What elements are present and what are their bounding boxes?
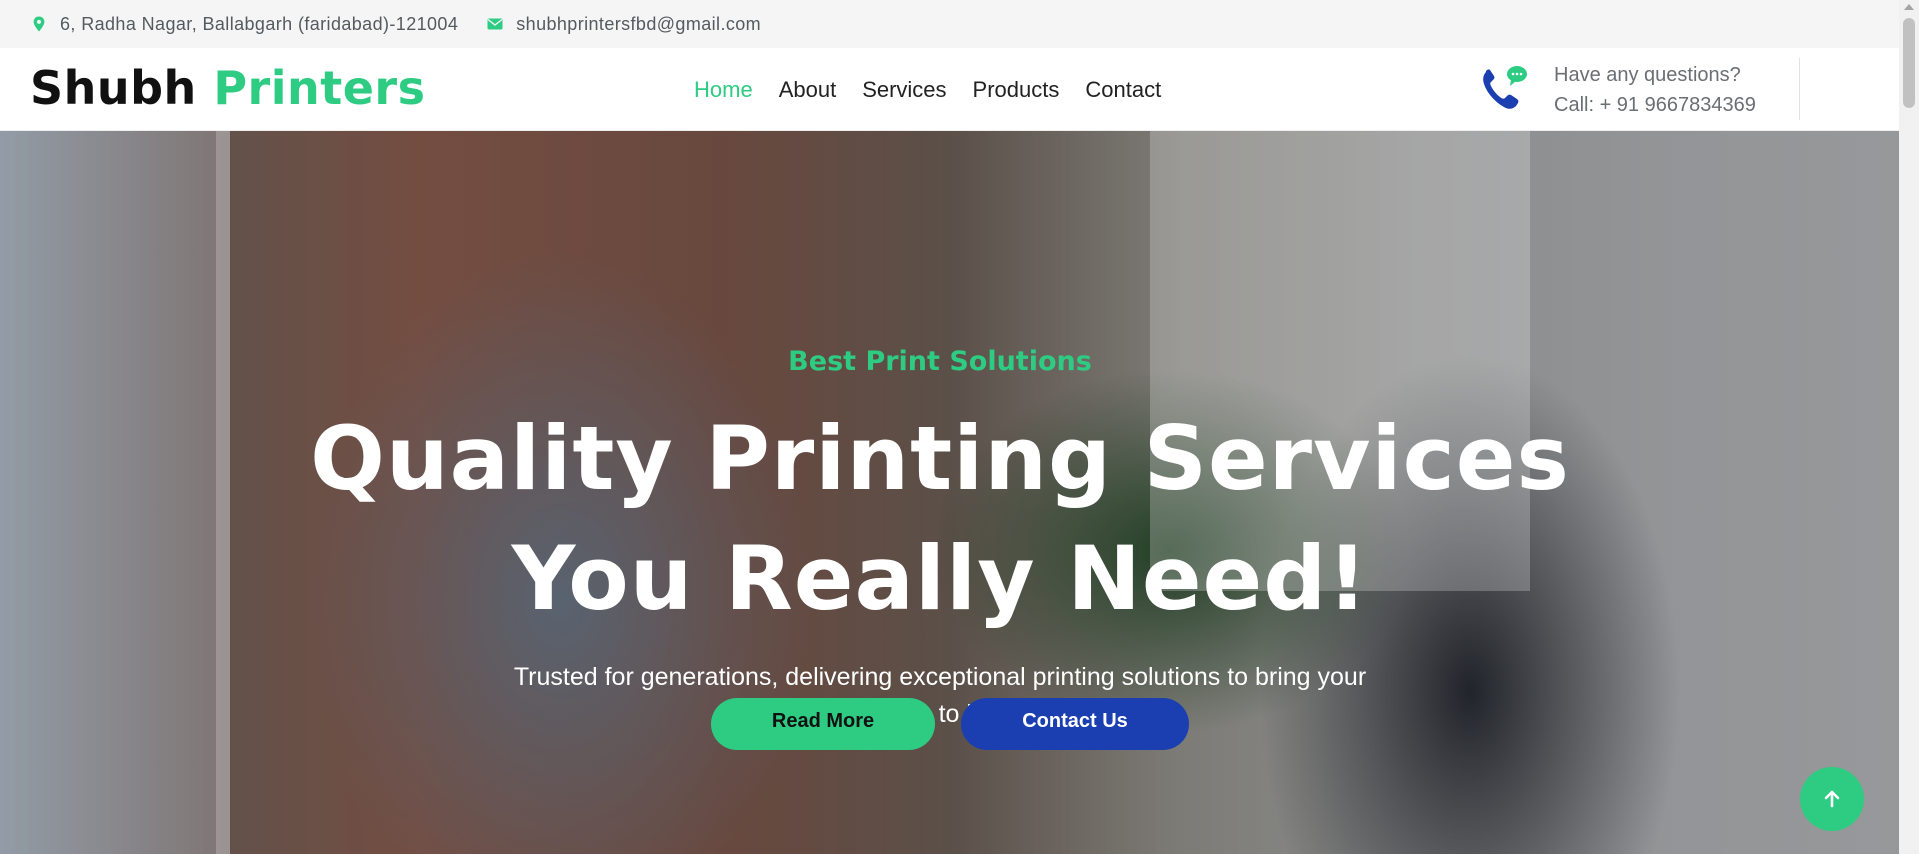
nav-item-services[interactable]: Services — [862, 77, 946, 103]
phone-chat-icon — [1480, 62, 1528, 114]
top-info-bar: 6, Radha Nagar, Ballabgarh (faridabad)-1… — [0, 0, 1899, 48]
address-info: 6, Radha Nagar, Ballabgarh (faridabad)-1… — [30, 14, 458, 35]
nav-item-about[interactable]: About — [779, 77, 837, 103]
hero-title-line2: You Really Need! — [511, 527, 1369, 630]
hero-kicker: Best Print Solutions — [788, 346, 1092, 377]
hero-title: Quality Printing Services You Really Nee… — [0, 399, 1880, 639]
main-nav: Home About Services Products Contact — [694, 48, 1187, 131]
hero-subtitle: Trusted for generations, delivering exce… — [513, 663, 1367, 728]
nav-item-home[interactable]: Home — [694, 77, 753, 103]
header-contact: Have any questions? Call: + 91 966783436… — [1480, 58, 1800, 120]
page: 6, Radha Nagar, Ballabgarh (faridabad)-1… — [0, 0, 1899, 854]
back-to-top-button[interactable] — [1800, 767, 1864, 831]
logo[interactable]: Shubh Printers — [30, 58, 426, 118]
hero-section: Best Print Solutions Quality Printing Se… — [0, 131, 1899, 854]
nav-item-products[interactable]: Products — [973, 77, 1060, 103]
envelope-icon — [486, 15, 504, 33]
call-number[interactable]: Call: + 91 9667834369 — [1554, 90, 1756, 120]
nav-item-contact[interactable]: Contact — [1085, 77, 1161, 103]
email-info[interactable]: shubhprintersfbd@gmail.com — [486, 14, 761, 35]
hero-content: Best Print Solutions Quality Printing Se… — [0, 131, 1899, 854]
header-contact-text: Have any questions? Call: + 91 966783436… — [1554, 60, 1756, 120]
address-text: 6, Radha Nagar, Ballabgarh (faridabad)-1… — [60, 13, 459, 34]
hero-title-line1: Quality Printing Services — [310, 407, 1570, 510]
scroll-up-arrow-icon[interactable] — [1904, 4, 1914, 10]
arrow-up-icon — [1824, 790, 1840, 808]
questions-label: Have any questions? — [1554, 64, 1741, 86]
scrollbar-thumb[interactable] — [1903, 18, 1915, 108]
site-header: Shubh Printers Home About Services Produ… — [0, 48, 1899, 131]
logo-text-part2: Printers — [213, 61, 426, 115]
email-text[interactable]: shubhprintersfbd@gmail.com — [516, 14, 761, 35]
contact-us-button[interactable]: Contact Us — [961, 698, 1189, 750]
vertical-scrollbar[interactable] — [1899, 0, 1919, 854]
map-marker-icon — [30, 15, 48, 33]
logo-text-part1: Shubh — [30, 61, 197, 115]
read-more-button[interactable]: Read More — [711, 698, 935, 750]
